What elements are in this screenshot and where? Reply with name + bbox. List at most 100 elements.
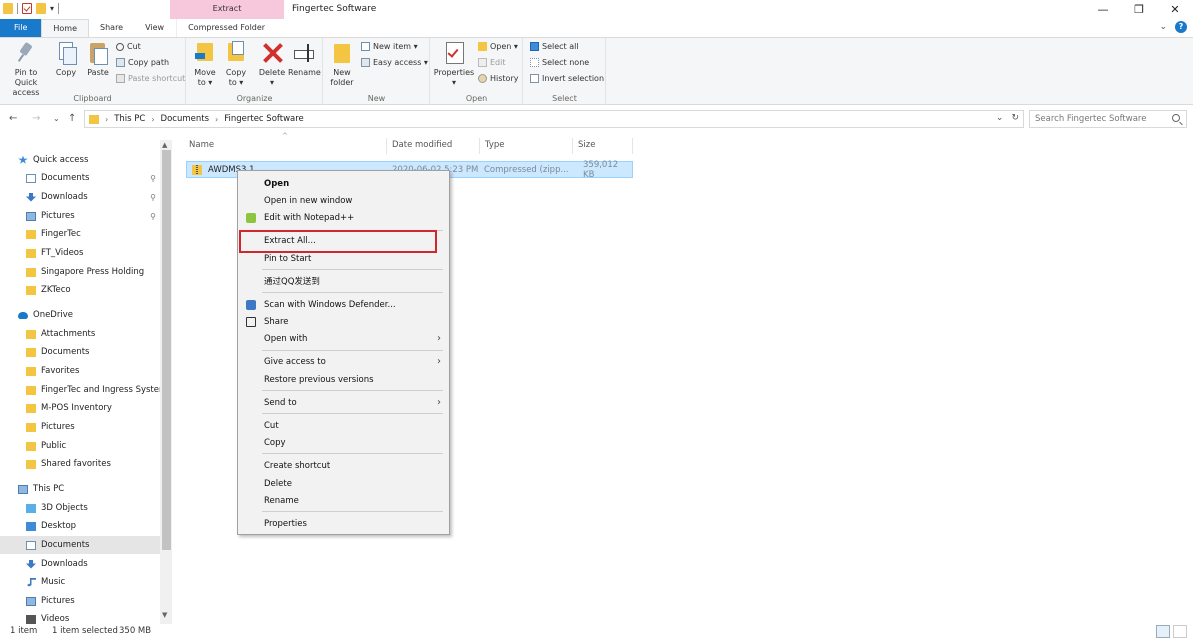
doc-icon bbox=[26, 540, 36, 550]
scroll-up-arrow-icon[interactable]: ▲ bbox=[162, 141, 167, 149]
properties-check-icon[interactable] bbox=[22, 3, 32, 14]
address-bar[interactable]: › This PC › Documents › Fingertec Softwa… bbox=[84, 110, 1024, 128]
sidebar-item[interactable]: Music bbox=[0, 573, 160, 591]
sidebar-item[interactable]: Shared favorites bbox=[0, 455, 160, 473]
menu-item-copy[interactable]: Copy bbox=[238, 434, 449, 451]
column-date-modified[interactable]: Date modified bbox=[387, 138, 480, 154]
collapse-ribbon-icon[interactable]: ⌄ bbox=[1159, 22, 1167, 32]
menu-item-restore-previous-versions[interactable]: Restore previous versions bbox=[238, 371, 449, 388]
delete-button[interactable]: Delete ▾ bbox=[256, 41, 288, 88]
menu-item-edit-with-notepadpp[interactable]: Edit with Notepad++ bbox=[238, 209, 449, 226]
close-button[interactable]: ✕ bbox=[1157, 0, 1193, 19]
breadcrumb-this-pc[interactable]: This PC bbox=[114, 114, 145, 124]
sidebar-item[interactable]: Pictures bbox=[0, 592, 160, 610]
column-name[interactable]: Name bbox=[184, 138, 387, 154]
select-all-button[interactable]: Select all bbox=[530, 42, 579, 51]
menu-item-rename[interactable]: Rename bbox=[238, 492, 449, 509]
help-icon[interactable]: ? bbox=[1175, 21, 1187, 33]
sidebar-item[interactable]: Public bbox=[0, 437, 160, 455]
rename-button[interactable]: Rename bbox=[288, 41, 321, 78]
cut-button[interactable]: Cut bbox=[116, 42, 141, 51]
sidebar-item[interactable]: Singapore Press Holding bbox=[0, 263, 160, 281]
tab-compressed-folder-tools[interactable]: Compressed Folder Tools bbox=[176, 19, 291, 50]
menu-item-scan-with-defender[interactable]: Scan with Windows Defender... bbox=[238, 296, 449, 313]
edit-button[interactable]: Edit bbox=[478, 58, 506, 67]
refresh-icon[interactable]: ↻ bbox=[1011, 113, 1019, 123]
tab-home[interactable]: Home bbox=[41, 19, 90, 37]
back-arrow-icon[interactable]: ← bbox=[9, 113, 17, 124]
breadcrumb-fingertec-software[interactable]: Fingertec Software bbox=[224, 114, 304, 124]
history-button[interactable]: History bbox=[478, 74, 518, 83]
sidebar-item[interactable]: FingerTec bbox=[0, 225, 160, 243]
pin-to-quick-access-button[interactable]: Pin to Quick access bbox=[4, 41, 48, 98]
nav-scrollbar-thumb[interactable] bbox=[162, 150, 171, 550]
select-none-button[interactable]: Select none bbox=[530, 58, 589, 67]
sidebar-item[interactable]: Attachments bbox=[0, 325, 160, 343]
sidebar-item[interactable]: Pictures bbox=[0, 418, 160, 436]
breadcrumb-separator-icon[interactable]: › bbox=[215, 115, 218, 124]
minimize-button[interactable]: — bbox=[1085, 0, 1121, 19]
sidebar-item[interactable]: Downloads bbox=[0, 555, 160, 573]
menu-item-open-in-new-window[interactable]: Open in new window bbox=[238, 192, 449, 209]
menu-item-open[interactable]: Open bbox=[238, 175, 449, 192]
recent-locations-chevron-icon[interactable]: ⌄ bbox=[53, 114, 60, 123]
easy-access-button[interactable]: Easy access ▾ bbox=[361, 58, 428, 67]
new-folder-button[interactable]: New folder bbox=[328, 41, 356, 88]
large-icons-view-button[interactable] bbox=[1173, 625, 1187, 638]
sidebar-item[interactable]: Documents ⚲ bbox=[0, 169, 160, 187]
up-arrow-icon[interactable]: ↑ bbox=[68, 113, 76, 124]
breadcrumb-separator-icon[interactable]: › bbox=[151, 115, 154, 124]
open-button[interactable]: Open ▾ bbox=[478, 42, 518, 51]
menu-item-send-via-qq[interactable]: 通过QQ发送到 bbox=[238, 272, 449, 289]
sidebar-item[interactable]: FingerTec and Ingress System bbox=[0, 381, 160, 399]
windows-defender-icon bbox=[246, 299, 256, 310]
menu-item-open-with[interactable]: Open with › bbox=[238, 330, 449, 347]
sidebar-item[interactable]: FT_Videos bbox=[0, 244, 160, 262]
tab-share[interactable]: Share bbox=[89, 19, 134, 37]
customize-toolbar-icon[interactable]: ▾ bbox=[50, 4, 54, 13]
delete-label: Delete bbox=[258, 68, 286, 77]
sidebar-item[interactable]: ZKTeco bbox=[0, 281, 160, 299]
menu-item-send-to[interactable]: Send to › bbox=[238, 394, 449, 411]
new-folder-icon[interactable] bbox=[36, 3, 46, 14]
sidebar-item[interactable]: Documents bbox=[0, 343, 160, 361]
sidebar-item[interactable]: 3D Objects bbox=[0, 499, 160, 517]
sidebar-item[interactable]: OneDrive bbox=[0, 306, 160, 324]
tab-view[interactable]: View bbox=[134, 19, 175, 37]
menu-item-delete[interactable]: Delete bbox=[238, 475, 449, 492]
sidebar-item[interactable]: Quick access bbox=[0, 151, 160, 169]
copy-to-button[interactable]: Copy to ▾ bbox=[222, 41, 250, 88]
invert-selection-button[interactable]: Invert selection bbox=[530, 74, 604, 83]
paste-shortcut-button[interactable]: Paste shortcut bbox=[116, 74, 185, 83]
sidebar-item[interactable]: Documents bbox=[0, 536, 160, 554]
details-view-button[interactable] bbox=[1156, 625, 1170, 638]
column-type[interactable]: Type bbox=[480, 138, 573, 154]
paste-button[interactable]: Paste bbox=[84, 41, 112, 78]
new-item-button[interactable]: New item ▾ bbox=[361, 42, 418, 51]
address-dropdown-chevron-icon[interactable]: ⌄ bbox=[996, 113, 1004, 123]
move-to-button[interactable]: Move to ▾ bbox=[191, 41, 219, 88]
sidebar-item-label: Public bbox=[41, 441, 67, 451]
properties-button[interactable]: Properties ▾ bbox=[433, 41, 475, 88]
menu-item-share[interactable]: Share bbox=[238, 313, 449, 330]
forward-arrow-icon[interactable]: → bbox=[32, 113, 40, 124]
search-box[interactable]: Search Fingertec Software bbox=[1029, 110, 1187, 128]
tab-file[interactable]: File bbox=[0, 19, 42, 37]
sidebar-item[interactable]: Pictures ⚲ bbox=[0, 207, 160, 225]
menu-item-cut[interactable]: Cut bbox=[238, 417, 449, 434]
copy-path-button[interactable]: Copy path bbox=[116, 58, 169, 67]
sidebar-item[interactable]: Downloads ⚲ bbox=[0, 188, 160, 206]
menu-item-give-access-to[interactable]: Give access to › bbox=[238, 353, 449, 370]
navigation-pane: Quick access Documents ⚲ Downloads ⚲ Pictures… bbox=[0, 140, 172, 624]
sidebar-item[interactable]: Desktop bbox=[0, 517, 160, 535]
scroll-down-arrow-icon[interactable]: ▼ bbox=[162, 611, 167, 619]
menu-item-properties[interactable]: Properties bbox=[238, 515, 449, 532]
sidebar-item[interactable]: Favorites bbox=[0, 362, 160, 380]
maximize-button[interactable]: ❐ bbox=[1121, 0, 1157, 19]
sidebar-item[interactable]: M-POS Inventory bbox=[0, 399, 160, 417]
column-size[interactable]: Size bbox=[573, 138, 633, 154]
menu-item-create-shortcut[interactable]: Create shortcut bbox=[238, 457, 449, 474]
breadcrumb-documents[interactable]: Documents bbox=[161, 114, 209, 124]
sidebar-item[interactable]: This PC bbox=[0, 480, 160, 498]
copy-button[interactable]: Copy bbox=[52, 41, 80, 78]
